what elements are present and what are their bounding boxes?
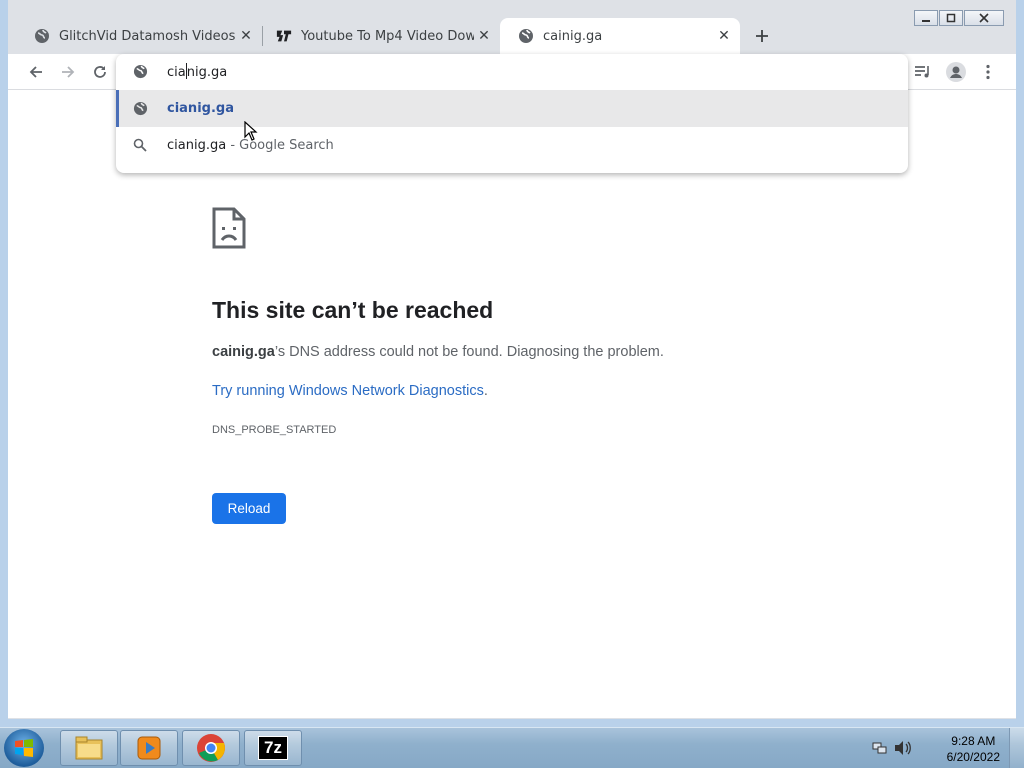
tab-ytmp4[interactable]: Youtube To Mp4 Video Downloa ✕ xyxy=(262,18,500,54)
plus-icon xyxy=(756,30,768,42)
error-description-text: ’s DNS address could not be found. Diagn… xyxy=(274,344,664,360)
tab-title: cainig.ga xyxy=(543,28,603,44)
taskbar-7zip[interactable]: 7z xyxy=(244,730,302,766)
globe-icon xyxy=(133,64,148,83)
tab-cainig[interactable]: cainig.ga ✕ xyxy=(500,18,740,54)
ytmp4-logo-icon xyxy=(276,28,292,44)
address-input-text: cianig.ga xyxy=(167,63,228,80)
avatar-icon xyxy=(946,62,966,82)
browser-window: GlitchVid Datamosh Videos Vapo ✕ Youtube… xyxy=(0,0,1024,727)
windows-logo-icon xyxy=(15,739,33,757)
globe-icon xyxy=(518,28,534,44)
page-content: This site can’t be reached cainig.ga’s D… xyxy=(8,90,1016,718)
start-button[interactable] xyxy=(4,729,44,767)
diagnostics-line: Try running Windows Network Diagnostics. xyxy=(212,383,488,399)
kebab-menu-icon xyxy=(986,64,990,80)
taskbar: 7z 9:28 AM 6/20/2022 xyxy=(0,727,1024,768)
new-tab-button[interactable] xyxy=(752,26,772,46)
error-host: cainig.ga xyxy=(212,344,275,360)
search-icon xyxy=(133,138,147,156)
media-control-button[interactable] xyxy=(911,60,935,84)
sad-page-icon xyxy=(212,207,246,253)
network-diagnostics-link[interactable]: Try running Windows Network Diagnostics xyxy=(212,383,484,399)
clock-date: 6/20/2022 xyxy=(946,750,1000,764)
tab-close-icon[interactable]: ✕ xyxy=(474,26,494,46)
tab-strip: GlitchVid Datamosh Videos Vapo ✕ Youtube… xyxy=(8,18,1016,54)
tab-close-icon[interactable]: ✕ xyxy=(236,26,256,46)
error-description: cainig.ga’s DNS address could not be fou… xyxy=(212,344,664,360)
taskbar-chrome[interactable] xyxy=(182,730,240,766)
file-explorer-icon xyxy=(75,736,103,760)
tab-close-icon[interactable]: ✕ xyxy=(714,26,734,46)
media-player-icon xyxy=(137,736,161,760)
globe-icon xyxy=(133,101,148,120)
diagnostics-suffix: . xyxy=(483,383,488,399)
taskbar-media-player[interactable] xyxy=(120,730,178,766)
back-arrow-icon xyxy=(29,66,42,78)
clock[interactable]: 9:28 AM 6/20/2022 xyxy=(947,733,1000,765)
menu-button[interactable] xyxy=(976,60,1000,84)
mouse-cursor-icon xyxy=(244,120,258,145)
tab-title: Youtube To Mp4 Video Downloa xyxy=(301,28,474,44)
back-button[interactable] xyxy=(24,60,48,84)
error-code: DNS_PROBE_STARTED xyxy=(212,424,337,436)
error-title: This site can’t be reached xyxy=(212,297,494,323)
clock-time: 9:28 AM xyxy=(951,734,996,748)
profile-button[interactable] xyxy=(944,60,968,84)
tab-title: GlitchVid Datamosh Videos Vapo xyxy=(59,28,236,44)
volume-icon[interactable] xyxy=(894,740,912,760)
address-bar[interactable]: cianig.ga xyxy=(116,54,908,90)
suggestion-subtext: - Google Search xyxy=(226,138,334,153)
suggestion-url[interactable]: cianig.ga xyxy=(116,90,908,127)
reload-icon xyxy=(94,66,106,78)
suggestion-text: cianig.ga xyxy=(167,101,234,116)
omnibox-dropdown: cianig.ga cianig.ga cianig.ga - Google S… xyxy=(116,54,908,173)
playlist-icon xyxy=(915,66,929,78)
forward-arrow-icon xyxy=(62,66,75,78)
suggestion-text: cianig.ga xyxy=(167,138,227,153)
chrome-icon xyxy=(197,734,225,762)
reload-button[interactable] xyxy=(88,60,112,84)
tab-glitchvid[interactable]: GlitchVid Datamosh Videos Vapo ✕ xyxy=(16,18,262,54)
7zip-icon: 7z xyxy=(258,736,288,760)
taskbar-explorer[interactable] xyxy=(60,730,118,766)
globe-icon xyxy=(34,28,50,44)
show-desktop-button[interactable] xyxy=(1009,728,1024,768)
suggestion-search[interactable]: cianig.ga - Google Search xyxy=(116,127,908,164)
forward-button[interactable] xyxy=(56,60,80,84)
network-icon[interactable] xyxy=(872,740,888,760)
reload-page-button[interactable]: Reload xyxy=(212,493,286,524)
